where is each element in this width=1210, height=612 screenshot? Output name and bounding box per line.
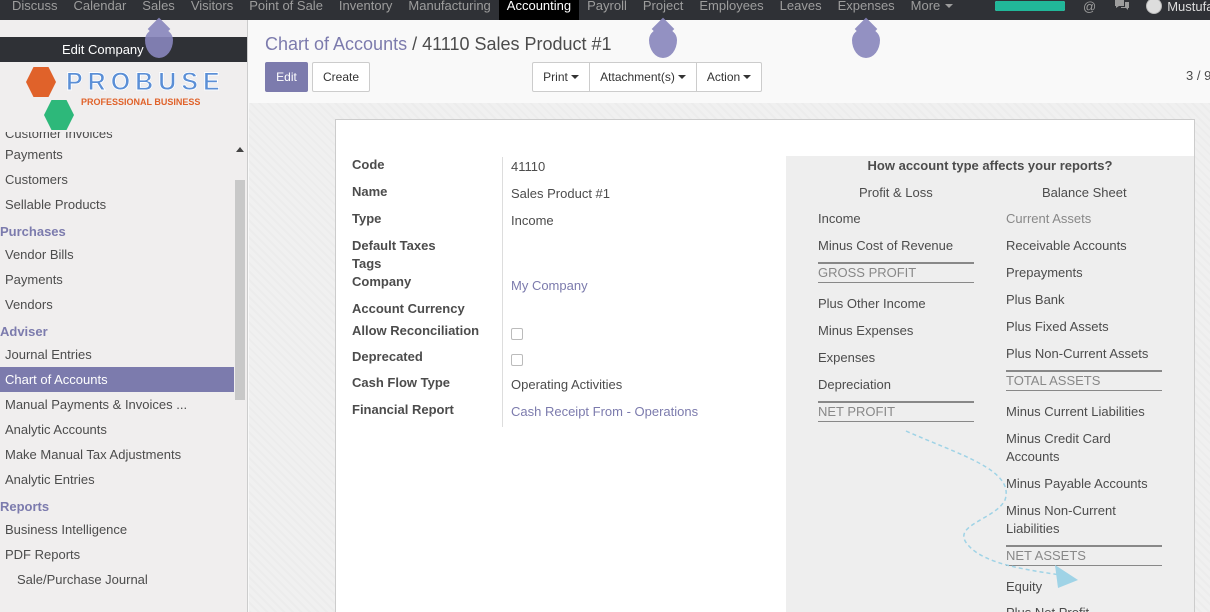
tutorial-arrow <box>905 430 1078 588</box>
dashed-arrow-path <box>905 430 1061 576</box>
arrow-head-icon <box>1055 565 1078 588</box>
